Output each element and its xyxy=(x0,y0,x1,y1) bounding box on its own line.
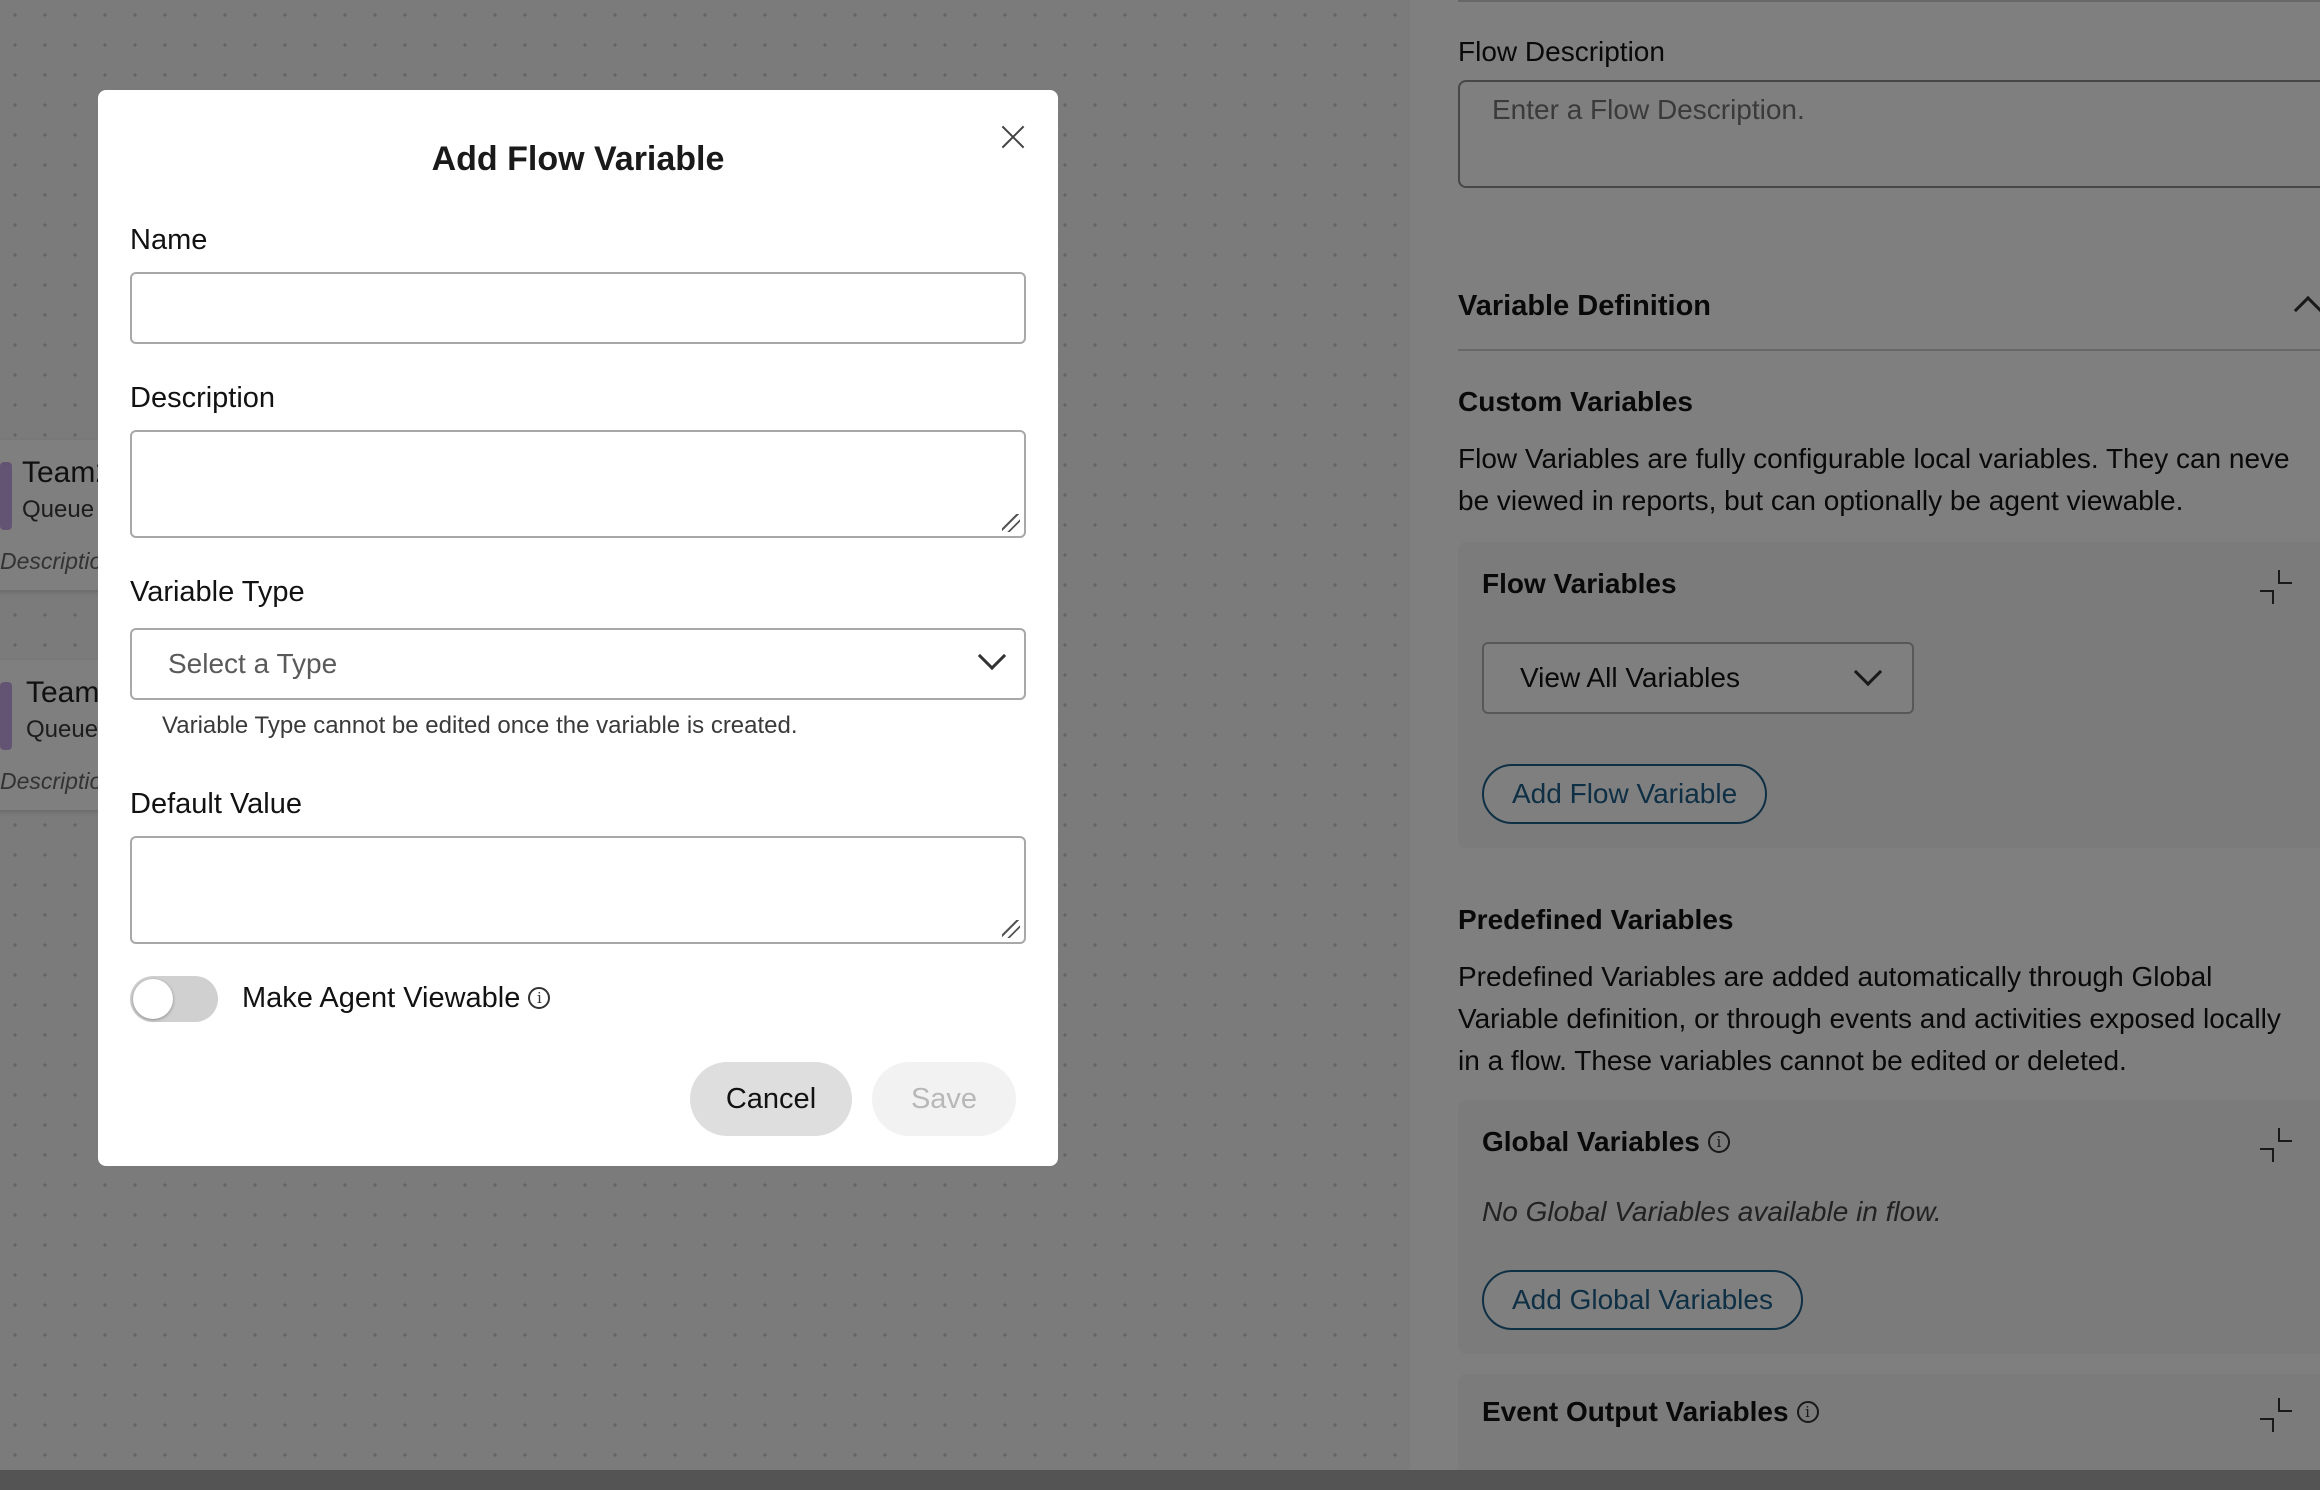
modal-title: Add Flow Variable xyxy=(431,140,725,178)
default-value-label: Default Value xyxy=(130,788,302,820)
default-value-field-wrapper xyxy=(130,836,1026,944)
cancel-button[interactable]: Cancel xyxy=(690,1062,852,1136)
agent-viewable-label-row: Make Agent Viewable i xyxy=(242,982,551,1015)
agent-viewable-toggle[interactable] xyxy=(130,976,218,1022)
resize-handle-icon[interactable] xyxy=(1002,920,1020,938)
variable-type-label: Variable Type xyxy=(130,576,305,608)
name-label: Name xyxy=(130,224,208,256)
agent-viewable-label: Make Agent Viewable xyxy=(242,982,521,1014)
description-input[interactable] xyxy=(130,430,1026,538)
save-button[interactable]: Save xyxy=(872,1062,1016,1136)
name-input[interactable] xyxy=(130,272,1026,344)
variable-type-help-text: Variable Type cannot be edited once the … xyxy=(162,712,798,739)
variable-type-select[interactable]: Select a Type xyxy=(130,628,1026,700)
info-icon[interactable]: i xyxy=(528,987,551,1009)
close-icon[interactable] xyxy=(996,120,1030,154)
resize-handle-icon[interactable] xyxy=(1002,514,1020,532)
description-label: Description xyxy=(130,382,276,414)
description-field-wrapper xyxy=(130,430,1026,538)
variable-type-placeholder: Select a Type xyxy=(168,648,338,679)
default-value-input[interactable] xyxy=(130,836,1026,944)
chevron-down-icon xyxy=(977,641,1007,671)
bottom-bar xyxy=(0,1470,2320,1490)
add-flow-variable-modal: Add Flow Variable Name Description Varia… xyxy=(98,90,1058,1166)
toggle-knob xyxy=(133,979,173,1019)
